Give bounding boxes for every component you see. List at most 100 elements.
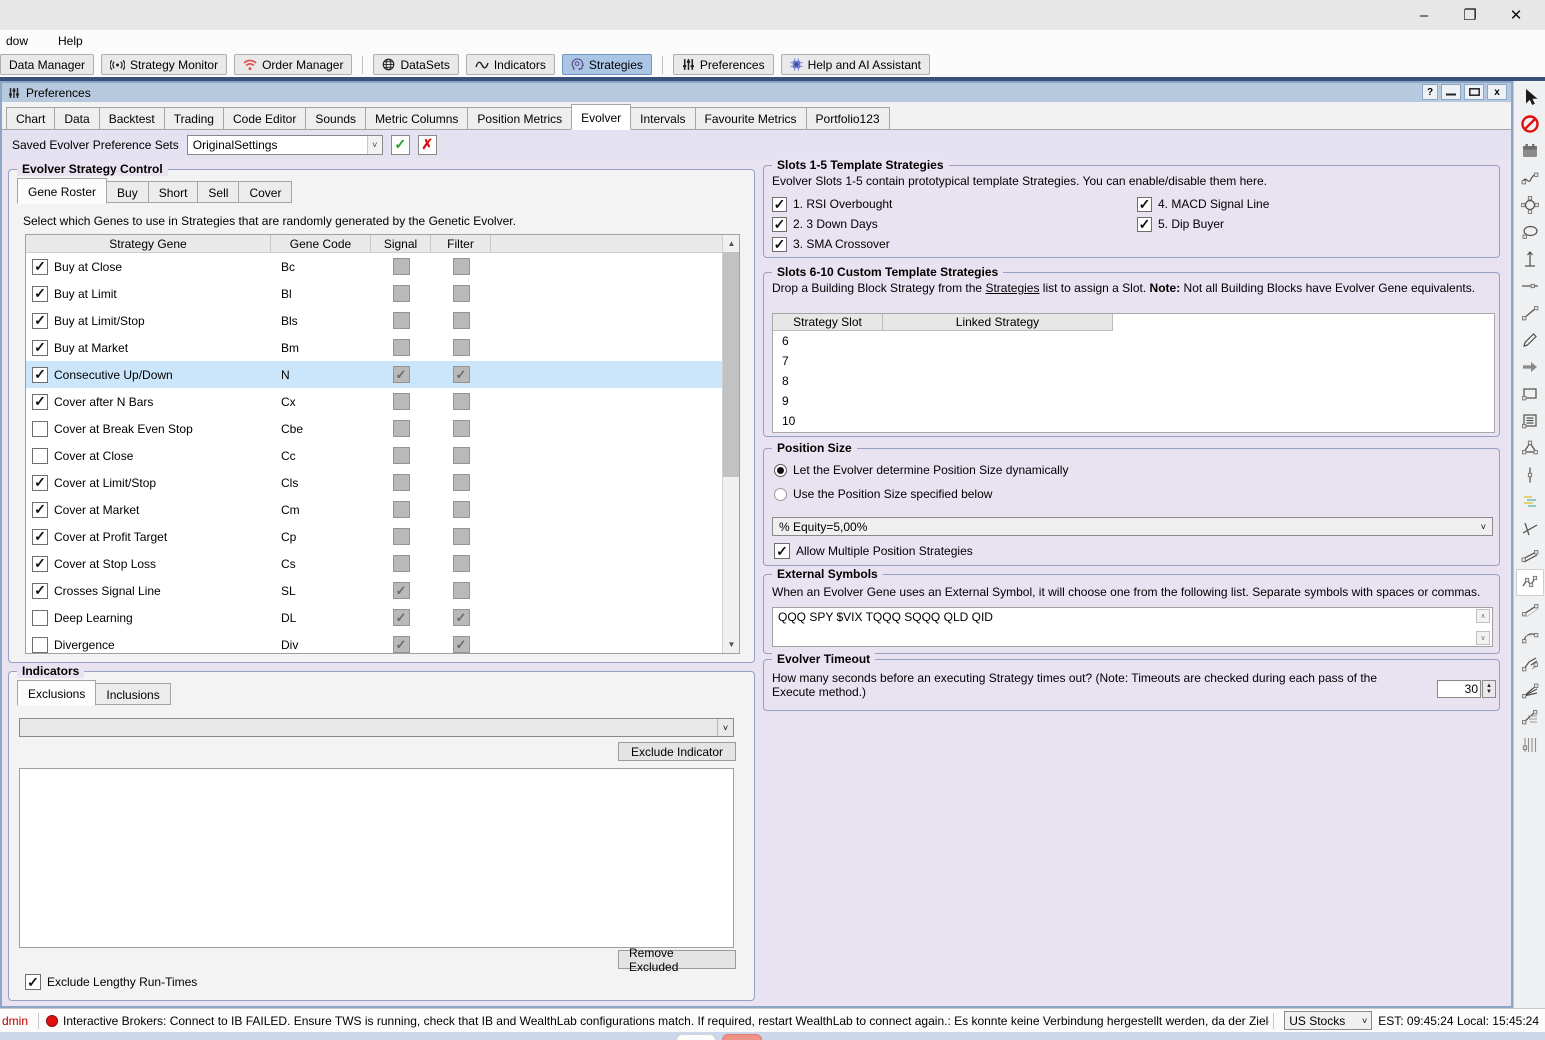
slot-checkbox[interactable]: ✓ (1137, 217, 1152, 232)
toolbar-button-order-manager[interactable]: Order Manager (234, 54, 352, 75)
trend-segment-icon[interactable] (1516, 596, 1544, 623)
help-button[interactable]: ? (1422, 84, 1438, 100)
quote-bars-icon[interactable] (1516, 488, 1544, 515)
parallel-channel-icon[interactable] (1516, 542, 1544, 569)
remove-excluded-button[interactable]: Remove Excluded (618, 950, 736, 969)
gene-enabled-checkbox[interactable] (32, 637, 48, 653)
close-icon[interactable]: ✕ (1493, 0, 1539, 30)
table-row[interactable]: Cover at CloseCc (26, 442, 739, 469)
table-row[interactable]: ✓Buy at MarketBm (26, 334, 739, 361)
indicator-combobox[interactable]: ˅ (19, 718, 734, 737)
toolbar-button-strategy-monitor[interactable]: Strategy Monitor (101, 54, 227, 75)
table-row[interactable]: ✓Crosses Signal LineSL✓ (26, 577, 739, 604)
column-header-strategy-slot[interactable]: Strategy Slot (773, 314, 883, 331)
market-combobox[interactable]: US Stocks ˅ (1284, 1011, 1372, 1030)
indicators-tab-inclusions[interactable]: Inclusions (95, 683, 170, 705)
gene-tab-buy[interactable]: Buy (106, 181, 149, 203)
gene-enabled-checkbox[interactable]: ✓ (32, 313, 48, 329)
gene-enabled-checkbox[interactable]: ✓ (32, 583, 48, 599)
slot-checkbox[interactable]: ✓ (772, 197, 787, 212)
vertical-grid-icon[interactable] (1516, 731, 1544, 758)
tab-metric-columns[interactable]: Metric Columns (365, 107, 468, 129)
scroll-up-icon[interactable]: ▲ (723, 235, 740, 252)
menu-item-dow[interactable]: dow (2, 32, 32, 50)
column-header-linked-strategy[interactable]: Linked Strategy (883, 314, 1113, 331)
speed-lines-icon[interactable] (1516, 704, 1544, 731)
gene-table-scrollbar[interactable]: ▲ ▼ (722, 235, 739, 653)
toast-button-light[interactable] (676, 1034, 716, 1040)
gene-enabled-checkbox[interactable]: ✓ (32, 529, 48, 545)
toolbar-button-data-manager[interactable]: Data Manager (0, 54, 94, 75)
saved-sets-combobox[interactable]: OriginalSettings ˅ (187, 135, 383, 155)
restore-icon[interactable]: ❐ (1447, 0, 1493, 30)
tab-code-editor[interactable]: Code Editor (223, 107, 306, 129)
tab-sounds[interactable]: Sounds (305, 107, 366, 129)
apply-set-button[interactable]: ✓ (391, 135, 410, 155)
scrollbar-thumb[interactable] (723, 252, 740, 477)
gene-enabled-checkbox[interactable]: ✓ (32, 475, 48, 491)
zigzag-icon[interactable] (1516, 569, 1544, 596)
tab-favourite-metrics[interactable]: Favourite Metrics (695, 107, 807, 129)
gene-enabled-checkbox[interactable]: ✓ (32, 556, 48, 572)
symbols-scrollbar[interactable]: ∧ ∨ (1476, 609, 1491, 645)
minimize-window-icon[interactable] (1441, 84, 1461, 100)
gene-tab-sell[interactable]: Sell (197, 181, 239, 203)
external-symbols-input[interactable]: QQQ SPY $VIX TQQQ SQQQ QLD QID ∧ ∨ (772, 607, 1493, 647)
minimize-icon[interactable]: – (1401, 0, 1447, 30)
segment-icon[interactable] (1516, 299, 1544, 326)
horizontal-line-icon[interactable] (1516, 272, 1544, 299)
table-row[interactable]: 6 (773, 331, 1494, 351)
maximize-window-icon[interactable] (1464, 84, 1484, 100)
table-row[interactable]: ✓Cover at Stop LossCs (26, 550, 739, 577)
gene-tab-short[interactable]: Short (148, 181, 199, 203)
pencil-icon[interactable] (1516, 326, 1544, 353)
tab-chart[interactable]: Chart (6, 107, 55, 129)
dynamic-size-radio[interactable] (774, 464, 787, 477)
gene-enabled-checkbox[interactable] (32, 421, 48, 437)
excluded-indicators-list[interactable] (19, 768, 734, 948)
gene-enabled-checkbox[interactable]: ✓ (32, 286, 48, 302)
table-row[interactable]: 8 (773, 371, 1494, 391)
allow-multiple-checkbox[interactable]: ✓ (774, 543, 790, 559)
column-header-filter[interactable]: Filter (431, 235, 491, 252)
table-row[interactable]: ✓Cover at Profit TargetCp (26, 523, 739, 550)
specified-size-radio[interactable] (774, 488, 787, 501)
slot-checkbox[interactable]: ✓ (1137, 197, 1152, 212)
scroll-down-icon[interactable]: ∨ (1476, 631, 1490, 645)
strategies-link[interactable]: Strategies (985, 281, 1039, 295)
table-row[interactable]: 7 (773, 351, 1494, 371)
tab-evolver[interactable]: Evolver (571, 104, 631, 130)
scroll-up-icon[interactable]: ∧ (1476, 609, 1490, 623)
toolbar-button-help-and-ai-assistant[interactable]: Help and AI Assistant (781, 54, 930, 75)
table-row[interactable]: Deep LearningDL✓✓ (26, 604, 739, 631)
slot-checkbox[interactable]: ✓ (772, 237, 787, 252)
gene-tab-gene-roster[interactable]: Gene Roster (17, 178, 107, 204)
preferences-titlebar[interactable]: Preferences ? x (2, 83, 1511, 102)
scroll-down-icon[interactable]: ▼ (723, 636, 740, 653)
table-row[interactable]: ✓Cover after N BarsCx (26, 388, 739, 415)
triangle-icon[interactable] (1516, 434, 1544, 461)
timeout-spinner[interactable]: ▲▼ (1482, 680, 1496, 698)
table-row[interactable]: ✓Buy at Limit/StopBls (26, 307, 739, 334)
vertical-handle-icon[interactable] (1516, 461, 1544, 488)
toolbar-button-indicators[interactable]: Indicators (466, 54, 555, 75)
text-note-icon[interactable] (1516, 407, 1544, 434)
notebook-icon[interactable] (1516, 137, 1544, 164)
table-row[interactable]: ✓Consecutive Up/DownN✓✓ (26, 361, 739, 388)
vertical-extension-icon[interactable] (1516, 245, 1544, 272)
toolbar-button-datasets[interactable]: DataSets (373, 54, 458, 75)
gene-enabled-checkbox[interactable]: ✓ (32, 259, 48, 275)
fan-lines-icon[interactable] (1516, 677, 1544, 704)
menu-item-help[interactable]: Help (54, 32, 87, 50)
gene-enabled-checkbox[interactable]: ✓ (32, 502, 48, 518)
gene-enabled-checkbox[interactable] (32, 610, 48, 626)
table-row[interactable]: 10 (773, 411, 1494, 431)
table-row[interactable]: 9 (773, 391, 1494, 411)
chevron-down-icon[interactable]: ˅ (717, 719, 733, 736)
column-header-gene-code[interactable]: Gene Code (271, 235, 371, 252)
rectangle-icon[interactable] (1516, 380, 1544, 407)
table-row[interactable]: DivergenceDiv✓✓ (26, 631, 739, 654)
exclude-indicator-button[interactable]: Exclude Indicator (618, 742, 736, 761)
tab-trading[interactable]: Trading (164, 107, 224, 129)
freehand-icon[interactable] (1516, 164, 1544, 191)
